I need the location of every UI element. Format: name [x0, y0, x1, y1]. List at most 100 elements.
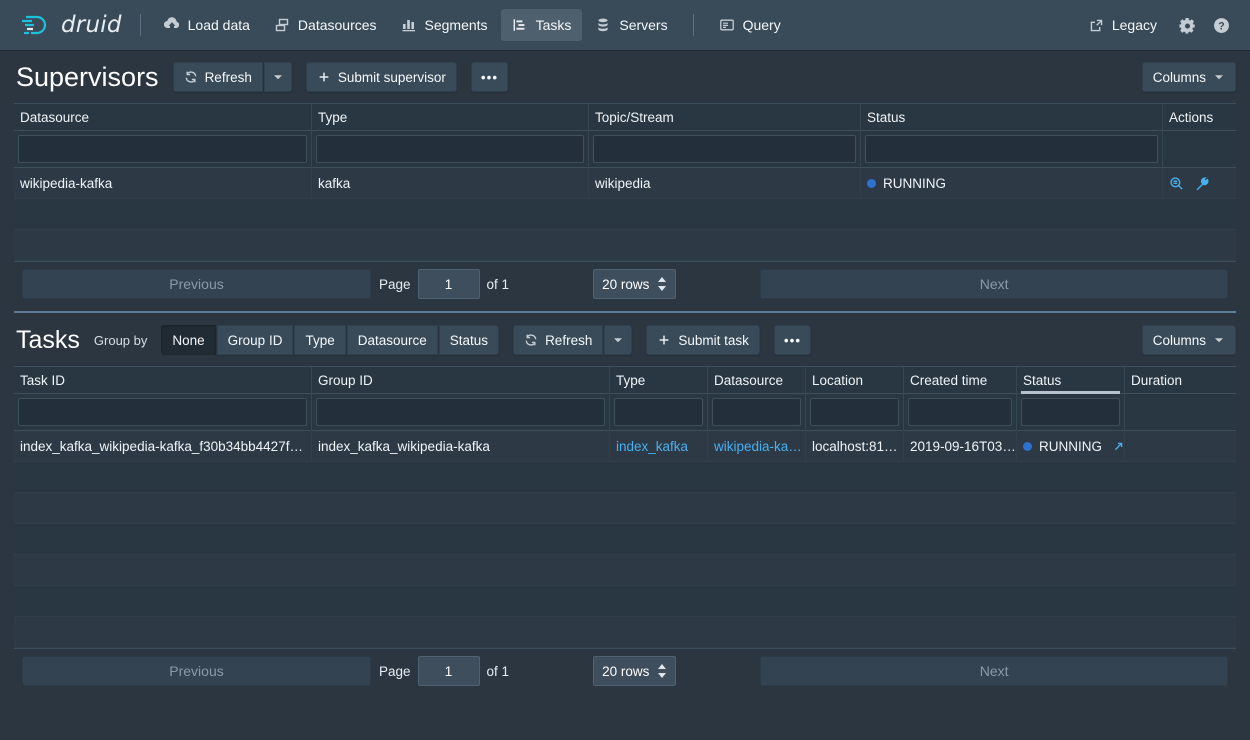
tasks-refresh-button[interactable]: Refresh [513, 325, 604, 355]
plus-icon [317, 70, 331, 84]
page-number-input[interactable] [417, 269, 480, 299]
column-header-status[interactable]: Status [861, 103, 1163, 131]
column-header-type[interactable]: Type [610, 366, 708, 394]
chevron-down-icon [1213, 334, 1225, 346]
navbar-right-group: Legacy ? [1078, 9, 1236, 41]
filter-input-type[interactable] [316, 135, 584, 163]
submit-supervisor-button[interactable]: Submit supervisor [305, 62, 457, 92]
status-dot-icon [1023, 441, 1032, 451]
supervisors-previous-button[interactable]: Previous [22, 269, 371, 299]
table-row-empty [14, 462, 1236, 493]
brand-logo-link[interactable]: druid [14, 12, 128, 38]
page-number-input[interactable] [417, 656, 480, 686]
nav-item-query[interactable]: Query [708, 9, 792, 41]
supervisors-page-controls: Page of 1 [379, 269, 509, 299]
tasks-refresh-dropdown-button[interactable] [604, 325, 633, 355]
group-by-datasource-button[interactable]: Datasource [346, 325, 438, 355]
submit-task-button[interactable]: Submit task [646, 325, 760, 355]
supervisors-refresh-dropdown-button[interactable] [263, 62, 292, 92]
datasource-link[interactable]: wikipedia-ka… [714, 439, 802, 454]
column-header-type[interactable]: Type [312, 103, 589, 131]
filter-input-status[interactable] [1021, 398, 1120, 426]
chevron-down-icon [272, 71, 284, 83]
chevron-down-icon [1213, 71, 1225, 83]
tasks-columns-button[interactable]: Columns [1141, 325, 1236, 355]
tasks-refresh-label: Refresh [545, 332, 593, 348]
column-header-datasource[interactable]: Datasource [14, 103, 312, 131]
nav-item-tasks[interactable]: Tasks [500, 9, 583, 41]
tasks-rows-per-page-select[interactable]: 20 rows [593, 656, 677, 686]
group-by-none-button[interactable]: None [161, 325, 216, 355]
tasks-toolbar: Tasks Group by None Group ID Type Dataso… [0, 313, 1250, 366]
supervisors-filter-row [14, 130, 1236, 168]
status-badge: RUNNING [867, 176, 946, 191]
nav-item-load-data[interactable]: Load data [153, 9, 261, 41]
filter-input-datasource[interactable] [712, 398, 801, 426]
column-header-duration[interactable]: Duration [1125, 367, 1236, 394]
cell-location: localhost:81… [806, 430, 904, 462]
page-label: Page [379, 276, 411, 292]
cell-actions [1163, 168, 1236, 199]
supervisors-table: Datasource Type Topic/Stream Status Acti… [14, 103, 1236, 306]
type-link[interactable]: index_kafka [616, 439, 688, 454]
tasks-previous-button[interactable]: Previous [22, 656, 371, 686]
column-header-status[interactable]: Status [1017, 366, 1125, 394]
group-by-type-button[interactable]: Type [294, 325, 346, 355]
supervisors-rows-per-page-select[interactable]: 20 rows [593, 269, 677, 299]
column-header-topic-stream[interactable]: Topic/Stream [589, 103, 861, 131]
gear-icon [1178, 17, 1196, 34]
column-header-actions[interactable]: Actions [1163, 104, 1236, 131]
column-header-created-time[interactable]: Created time [904, 366, 1017, 394]
nav-divider-1 [139, 14, 141, 36]
filter-input-created-time[interactable] [908, 398, 1012, 426]
column-header-task-id[interactable]: Task ID [14, 366, 312, 394]
group-by-group-id-button[interactable]: Group ID [216, 325, 294, 355]
filter-input-task-id[interactable] [18, 398, 307, 426]
filter-input-status[interactable] [865, 135, 1158, 163]
filter-input-type[interactable] [614, 398, 703, 426]
table-row[interactable]: index_kafka_wikipedia-kafka_f30b34bb4427… [14, 430, 1236, 462]
supervisors-more-button[interactable]: ••• [470, 62, 509, 92]
column-header-group-id[interactable]: Group ID [312, 366, 610, 394]
wrench-icon[interactable] [1195, 176, 1210, 191]
nav-item-servers[interactable]: Servers [584, 9, 678, 41]
refresh-icon [184, 70, 198, 84]
magnify-icon[interactable] [1169, 176, 1184, 191]
cell-created-time: 2019-09-16T03… [904, 430, 1017, 462]
supervisors-next-button[interactable]: Next [760, 269, 1228, 299]
filter-cell-task-id [14, 393, 312, 431]
nav-item-datasources[interactable]: Datasources [263, 9, 388, 41]
nav-item-segments[interactable]: Segments [390, 9, 499, 41]
nav-item-label: Legacy [1111, 17, 1157, 33]
share-external-icon [1089, 18, 1104, 33]
column-header-location[interactable]: Location [806, 366, 904, 394]
group-by-status-button[interactable]: Status [438, 325, 500, 355]
filter-input-location[interactable] [810, 398, 899, 426]
supervisors-pane: Supervisors Refresh Submit supervisor ••… [0, 50, 1250, 306]
settings-button[interactable] [1172, 10, 1202, 40]
status-badge: RUNNING [1023, 439, 1124, 454]
database-icon [595, 17, 611, 33]
supervisors-refresh-label: Refresh [204, 69, 252, 85]
table-row-empty [14, 199, 1236, 230]
plus-icon [657, 333, 671, 347]
tasks-columns-label: Columns [1152, 332, 1206, 348]
nav-item-legacy[interactable]: Legacy [1078, 9, 1168, 41]
tasks-more-button[interactable]: ••• [773, 325, 812, 355]
tasks-next-button[interactable]: Next [760, 656, 1228, 686]
filter-input-topic-stream[interactable] [593, 135, 856, 163]
filter-cell-actions [1163, 131, 1236, 168]
column-header-datasource[interactable]: Datasource [708, 366, 806, 394]
filter-input-datasource[interactable] [18, 135, 307, 163]
table-row[interactable]: wikipedia-kafka kafka wikipedia RUNNING [14, 167, 1236, 199]
filter-input-group-id[interactable] [316, 398, 605, 426]
supervisors-title: Supervisors [16, 61, 159, 92]
supervisors-refresh-button[interactable]: Refresh [172, 62, 263, 92]
navbar: druid Load data Datasources Segments Tas… [0, 0, 1250, 50]
submit-supervisor-label: Submit supervisor [337, 69, 446, 85]
supervisors-columns-button[interactable]: Columns [1141, 62, 1236, 92]
page-total-label: of 1 [486, 663, 510, 679]
help-button[interactable]: ? [1206, 10, 1236, 40]
nav-item-label: Tasks [535, 17, 572, 33]
arrow-top-right-icon[interactable] [1113, 441, 1124, 452]
